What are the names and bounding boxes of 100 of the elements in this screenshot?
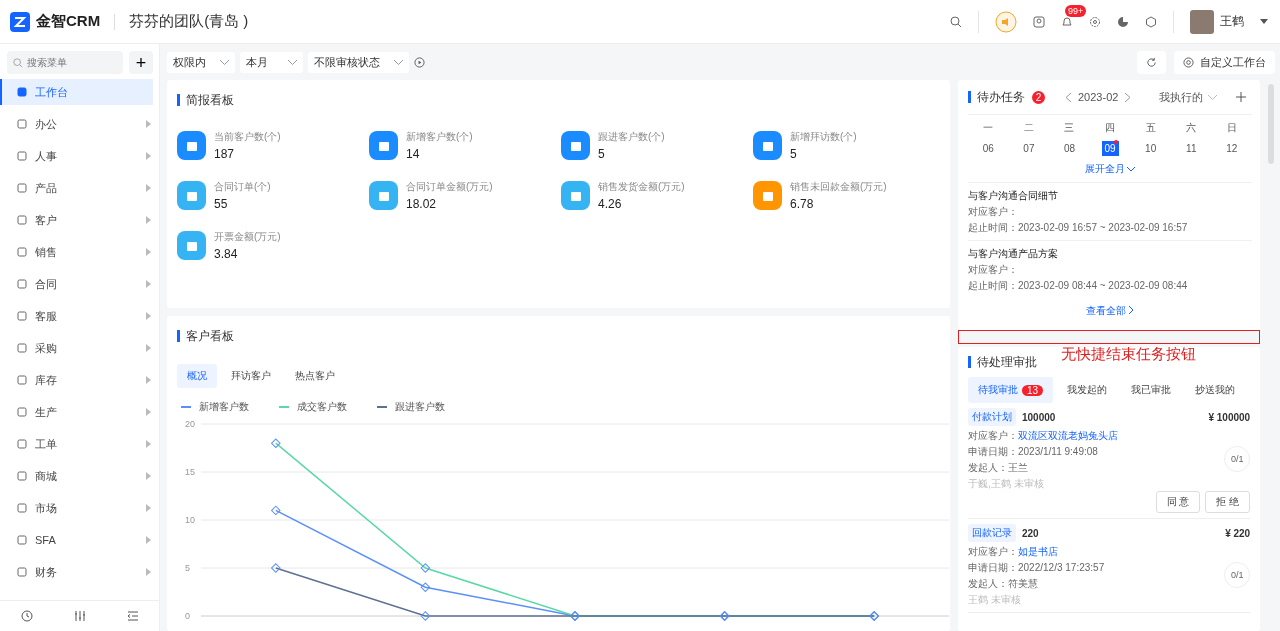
approval-tab[interactable]: 抄送我的 — [1185, 377, 1246, 403]
stat-label: 开票金额(万元) — [214, 230, 281, 244]
user-name[interactable]: 王鹤 — [1220, 13, 1244, 30]
sidebar-item[interactable]: 工单 — [0, 431, 153, 457]
team-name[interactable]: 芬芬的团队(青岛 ) — [129, 12, 249, 31]
sidebar-item[interactable]: 商城 — [0, 463, 153, 489]
calendar-day[interactable]: 06 — [979, 141, 997, 156]
sidebar-item[interactable]: 市场 — [0, 495, 153, 521]
caret-icon[interactable] — [1260, 19, 1268, 24]
bell-icon[interactable] — [1061, 15, 1073, 28]
sidebar-item[interactable]: 采购 — [0, 335, 153, 361]
customize-workbench-button[interactable]: 自定义工作台 — [1174, 50, 1275, 74]
stat-label: 销售发货金额(万元) — [598, 180, 685, 194]
hexagon-icon[interactable] — [1145, 15, 1157, 28]
approval-tab[interactable]: 我发起的 — [1057, 377, 1118, 403]
chart-tab[interactable]: 热点客户 — [285, 364, 345, 388]
chevron-left-icon[interactable] — [1066, 92, 1071, 102]
sidebar-item[interactable]: 财务 — [0, 559, 153, 585]
gear-icon — [1183, 56, 1194, 68]
contact-card-icon[interactable] — [1033, 15, 1045, 28]
expand-month-link[interactable]: 展开全月 — [1084, 163, 1136, 174]
user-avatar[interactable] — [1190, 9, 1214, 34]
sidebar-item[interactable]: 生产 — [0, 399, 153, 425]
stat-label: 销售未回款金额(万元) — [790, 180, 887, 194]
module-icon — [17, 407, 27, 417]
section-title: 待处理审批 — [968, 356, 1037, 368]
approval-amount: ¥ 100000 — [1208, 411, 1251, 423]
calendar-day[interactable]: 08 — [1060, 141, 1079, 156]
sliders-icon[interactable] — [73, 610, 86, 622]
customer-link[interactable]: 双流区双流老妈兔头店 — [1018, 430, 1118, 441]
search-icon[interactable] — [950, 15, 962, 28]
filter-dropdown[interactable]: 本月 — [240, 51, 303, 73]
module-icon — [17, 279, 27, 289]
calendar-day[interactable]: 11 — [1183, 141, 1200, 156]
customer-link[interactable]: 如是书店 — [1018, 546, 1058, 557]
sidebar-item[interactable]: 客服 — [0, 303, 153, 329]
view-all-link[interactable]: 查看全部 — [1086, 305, 1134, 316]
chart-tab[interactable]: 拜访客户 — [221, 364, 281, 388]
approval-action-button[interactable]: 同 意 — [1155, 491, 1201, 513]
chevron-down-icon — [394, 59, 403, 65]
calendar-day[interactable]: 10 — [1142, 141, 1160, 156]
add-button[interactable]: + — [129, 51, 153, 74]
history-icon[interactable] — [20, 610, 33, 622]
refresh-button[interactable] — [1137, 50, 1166, 74]
chevron-down-icon — [288, 59, 297, 65]
count-badge: 2 — [1032, 90, 1045, 104]
collapse-menu-icon[interactable] — [126, 610, 139, 622]
task-filter-dropdown[interactable]: 我执行的 — [1159, 89, 1218, 105]
pie-chart-icon[interactable] — [1117, 15, 1129, 28]
stat-label: 跟进客户数(个) — [598, 130, 665, 144]
module-icon — [17, 247, 27, 257]
module-icon — [17, 87, 27, 97]
sidebar-item[interactable]: 产品 — [0, 175, 153, 201]
section-title: 简报看板 — [177, 94, 940, 106]
sidebar-item[interactable]: SFA — [0, 527, 153, 553]
section-title: 待办任务 — [968, 91, 1025, 103]
scrollbar-thumb[interactable] — [1268, 84, 1275, 164]
module-icon — [17, 215, 27, 225]
calendar-day[interactable]: 07 — [1020, 141, 1038, 156]
sidebar-item[interactable]: 办公 — [0, 111, 153, 137]
initiator: 发起人：符美慧 — [968, 577, 1039, 591]
approval-tab[interactable]: 待我审批 13 — [968, 377, 1054, 403]
approval-action-button[interactable]: 拒 绝 — [1205, 491, 1251, 513]
sidebar-item[interactable]: 人事 — [0, 143, 153, 169]
legend-item[interactable]: 新增客户数 — [181, 400, 249, 414]
task-title[interactable]: 与客户沟通合同细节 — [968, 189, 1253, 203]
chart-tab[interactable]: 概况 — [177, 364, 217, 388]
approval-tab[interactable]: 我已审批 — [1121, 377, 1182, 403]
sidebar-item[interactable]: 工作台 — [0, 79, 153, 105]
logo-icon — [10, 11, 30, 32]
settings-icon[interactable] — [1089, 15, 1101, 28]
module-icon — [17, 535, 27, 545]
sidebar-item[interactable]: 销售 — [0, 239, 153, 265]
y-axis-label: 15 — [185, 467, 195, 477]
stat-label: 新增拜访数(个) — [790, 130, 857, 144]
task-time: 起止时间：2023-02-09 08:44 ~ 2023-02-09 08:44 — [968, 279, 1189, 293]
play-icon[interactable] — [414, 56, 425, 68]
approval-title[interactable]: 220 — [1022, 527, 1039, 539]
legend-item[interactable]: 成交客户数 — [279, 400, 347, 414]
sidebar-item[interactable]: 客户 — [0, 207, 153, 233]
weekday-label: 四 — [1104, 121, 1117, 135]
sidebar-item[interactable]: 合同 — [0, 271, 153, 297]
sidebar-item[interactable]: 库存 — [0, 367, 153, 393]
legend-item[interactable]: 跟进客户数 — [377, 400, 445, 414]
filter-dropdown[interactable]: 不限审核状态 — [308, 51, 409, 73]
stat-value: 3.84 — [214, 247, 239, 261]
add-icon[interactable] — [1236, 92, 1247, 102]
calendar-day[interactable]: 09 — [1101, 141, 1119, 156]
speaker-icon[interactable] — [995, 10, 1017, 33]
field-label: 对应客户： — [968, 546, 1018, 557]
field-label: 对应客户： — [968, 430, 1018, 441]
approval-title[interactable]: 100000 — [1022, 411, 1056, 423]
weekday-label: 三 — [1063, 121, 1076, 135]
chevron-down-icon — [1208, 94, 1218, 100]
chevron-right-icon[interactable] — [1125, 92, 1131, 102]
filter-dropdown[interactable]: 权限内 — [167, 51, 235, 73]
menu-search-field[interactable]: 搜索菜单 — [7, 51, 123, 74]
task-title[interactable]: 与客户沟通产品方案 — [968, 247, 1253, 261]
stat-value: 14 — [406, 147, 421, 161]
calendar-day[interactable]: 12 — [1223, 141, 1241, 156]
